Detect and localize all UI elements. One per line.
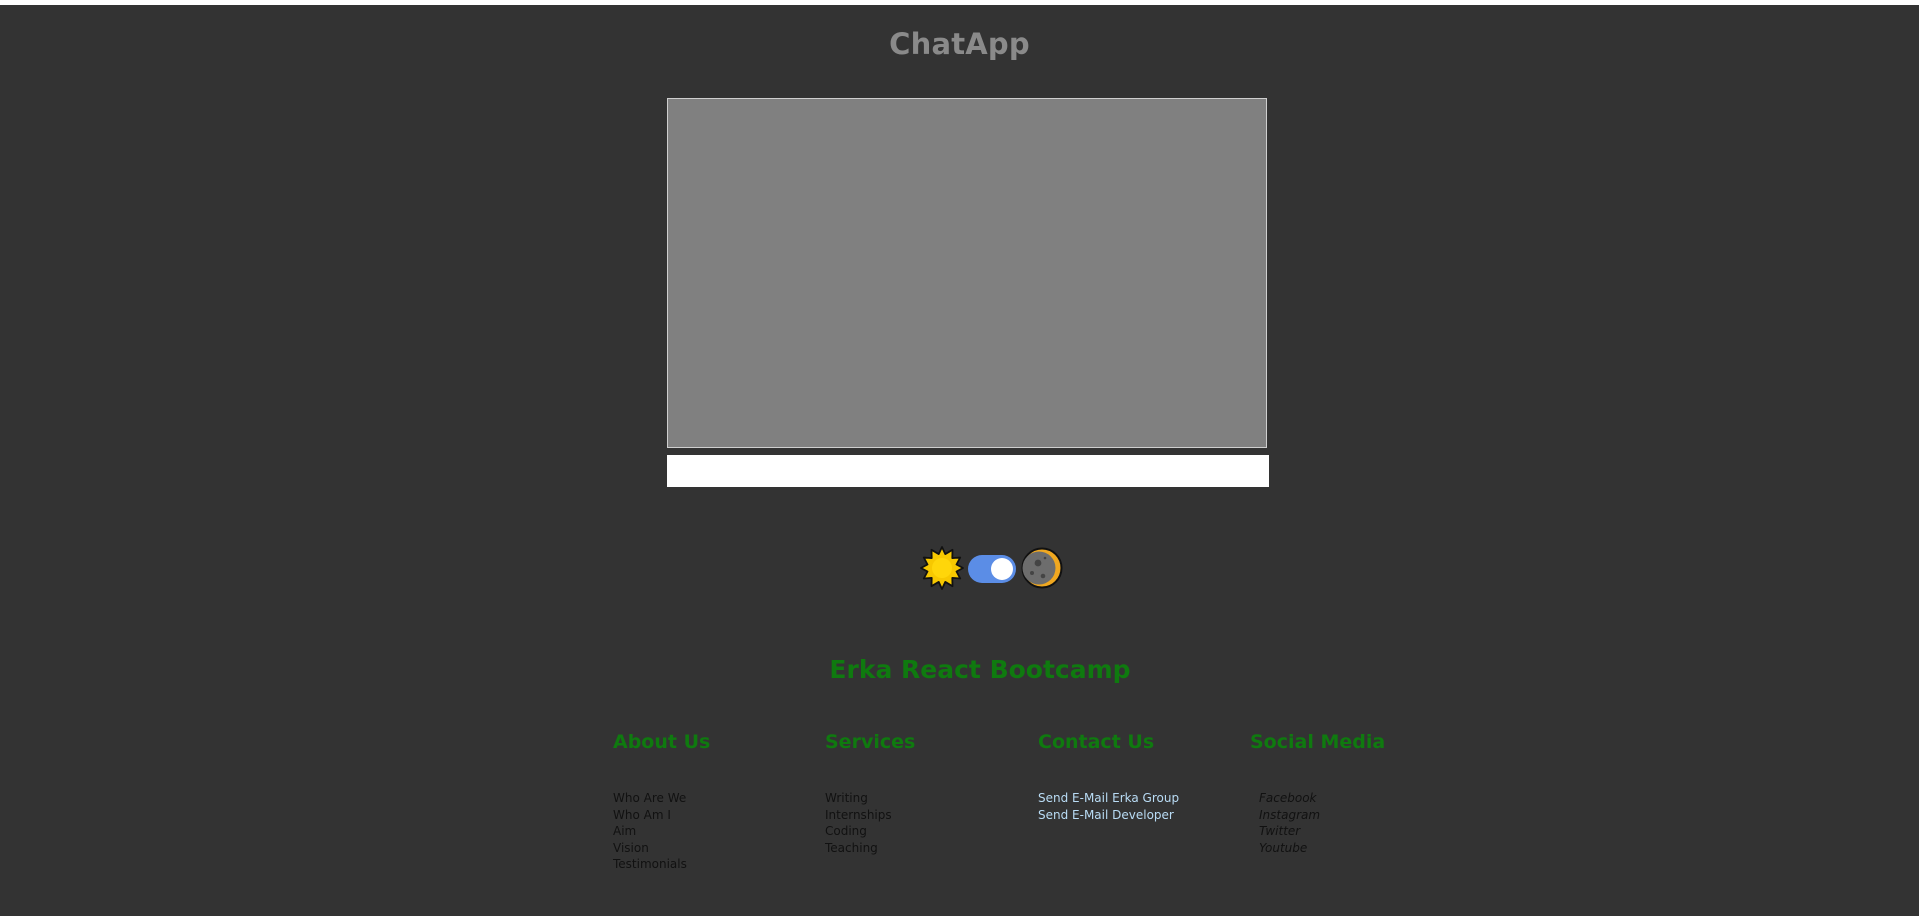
footer-link-writing[interactable]: Writing	[825, 790, 892, 807]
footer-link-internships[interactable]: Internships	[825, 807, 892, 824]
footer-link-who-am-i[interactable]: Who Am I	[613, 807, 687, 824]
message-input[interactable]	[667, 455, 1269, 487]
footer-heading-contact: Contact Us	[1038, 731, 1155, 753]
footer-link-twitter[interactable]: Twitter	[1259, 823, 1320, 840]
app-title: ChatApp	[889, 27, 1030, 61]
toggle-knob	[991, 558, 1013, 580]
sun-icon	[920, 546, 964, 590]
theme-toggle	[920, 545, 1065, 591]
footer-title: Erka React Bootcamp	[829, 655, 1131, 684]
page: ChatApp Erka React Bootcamp About Us Who…	[0, 5, 1919, 916]
footer-link-vision[interactable]: Vision	[613, 840, 687, 857]
footer-heading-social: Social Media	[1250, 731, 1386, 753]
footer-link-email-erka-group[interactable]: Send E-Mail Erka Group	[1038, 790, 1179, 807]
footer-link-coding[interactable]: Coding	[825, 823, 892, 840]
footer-column-services: Services Writing Internships Coding Teac…	[825, 731, 1035, 855]
footer-link-email-developer[interactable]: Send E-Mail Developer	[1038, 807, 1179, 824]
footer-column-about: About Us Who Are We Who Am I Aim Vision …	[613, 731, 823, 871]
theme-toggle-switch[interactable]	[968, 555, 1016, 583]
footer-link-instagram[interactable]: Instagram	[1259, 807, 1320, 824]
footer-heading-services: Services	[825, 731, 916, 753]
footer-heading-about: About Us	[613, 731, 711, 753]
moon-icon	[1021, 547, 1063, 589]
footer-link-aim[interactable]: Aim	[613, 823, 687, 840]
footer-column-contact: Contact Us Send E-Mail Erka Group Send E…	[1038, 731, 1248, 822]
footer-link-who-are-we[interactable]: Who Are We	[613, 790, 687, 807]
footer-link-testimonials[interactable]: Testimonials	[613, 856, 687, 873]
footer-link-facebook[interactable]: Facebook	[1259, 790, 1320, 807]
footer-link-youtube[interactable]: Youtube	[1259, 840, 1320, 857]
chat-messages-window[interactable]	[667, 98, 1267, 448]
footer-link-teaching[interactable]: Teaching	[825, 840, 892, 857]
footer-column-social: Social Media Facebook Instagram Twitter …	[1250, 731, 1460, 855]
